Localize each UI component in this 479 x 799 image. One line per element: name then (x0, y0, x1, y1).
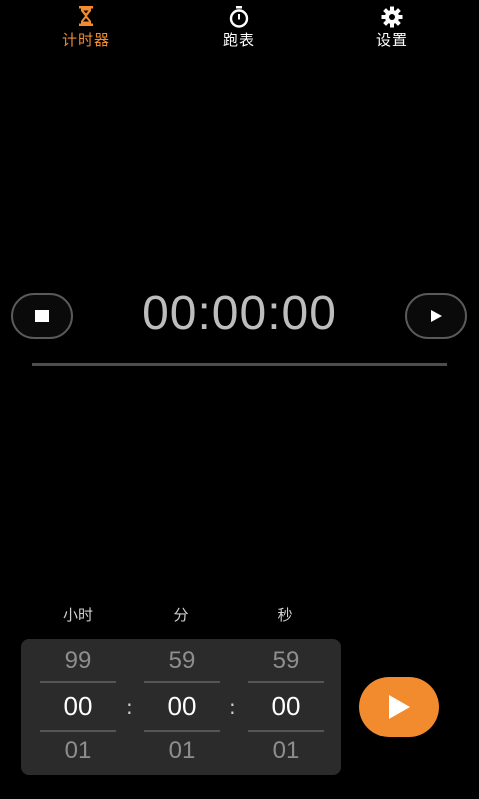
seconds-next-value[interactable]: 01 (248, 737, 324, 765)
tab-stopwatch[interactable]: 跑表 (189, 6, 289, 50)
divider (40, 730, 116, 732)
minutes-prev-value[interactable]: 59 (144, 647, 220, 675)
tab-stopwatch-label: 跑表 (222, 31, 255, 49)
play-button[interactable] (405, 293, 467, 339)
separator: : (229, 695, 236, 719)
tab-settings[interactable]: 设置 (342, 6, 442, 50)
hours-selected-value[interactable]: 00 (40, 691, 116, 722)
minutes-wheel[interactable]: 59 00 01 (144, 639, 220, 775)
tab-settings-label: 设置 (375, 31, 408, 49)
minutes-selected-value[interactable]: 00 (144, 691, 220, 722)
play-icon (389, 695, 410, 719)
seconds-prev-value[interactable]: 59 (248, 647, 324, 675)
tab-bar: 计时器 跑表 设置 (0, 0, 479, 58)
timer-display: 00:00:00 (142, 287, 337, 340)
divider (248, 730, 324, 732)
progress-bar (32, 363, 447, 366)
tab-timer[interactable]: 计时器 (36, 6, 136, 50)
play-icon (431, 310, 442, 322)
hours-next-value[interactable]: 01 (40, 737, 116, 765)
time-picker: 99 00 01 : 59 00 01 : 59 00 01 (21, 639, 341, 775)
separator: : (126, 695, 133, 719)
gear-icon (342, 6, 442, 28)
divider (144, 681, 220, 683)
stopwatch-icon (189, 6, 289, 28)
tab-timer-label: 计时器 (61, 31, 110, 49)
seconds-selected-value[interactable]: 00 (248, 691, 324, 722)
stop-icon (35, 310, 49, 322)
hours-unit-label: 小时 (62, 606, 93, 624)
stop-button[interactable] (11, 293, 73, 339)
minutes-unit-label: 分 (173, 606, 189, 624)
start-button[interactable] (359, 677, 439, 737)
minutes-next-value[interactable]: 01 (144, 737, 220, 765)
hours-prev-value[interactable]: 99 (40, 647, 116, 675)
divider (40, 681, 116, 683)
seconds-unit-label: 秒 (277, 606, 293, 624)
divider (248, 681, 324, 683)
hours-wheel[interactable]: 99 00 01 (40, 639, 116, 775)
divider (144, 730, 220, 732)
seconds-wheel[interactable]: 59 00 01 (248, 639, 324, 775)
hourglass-icon (36, 6, 136, 28)
